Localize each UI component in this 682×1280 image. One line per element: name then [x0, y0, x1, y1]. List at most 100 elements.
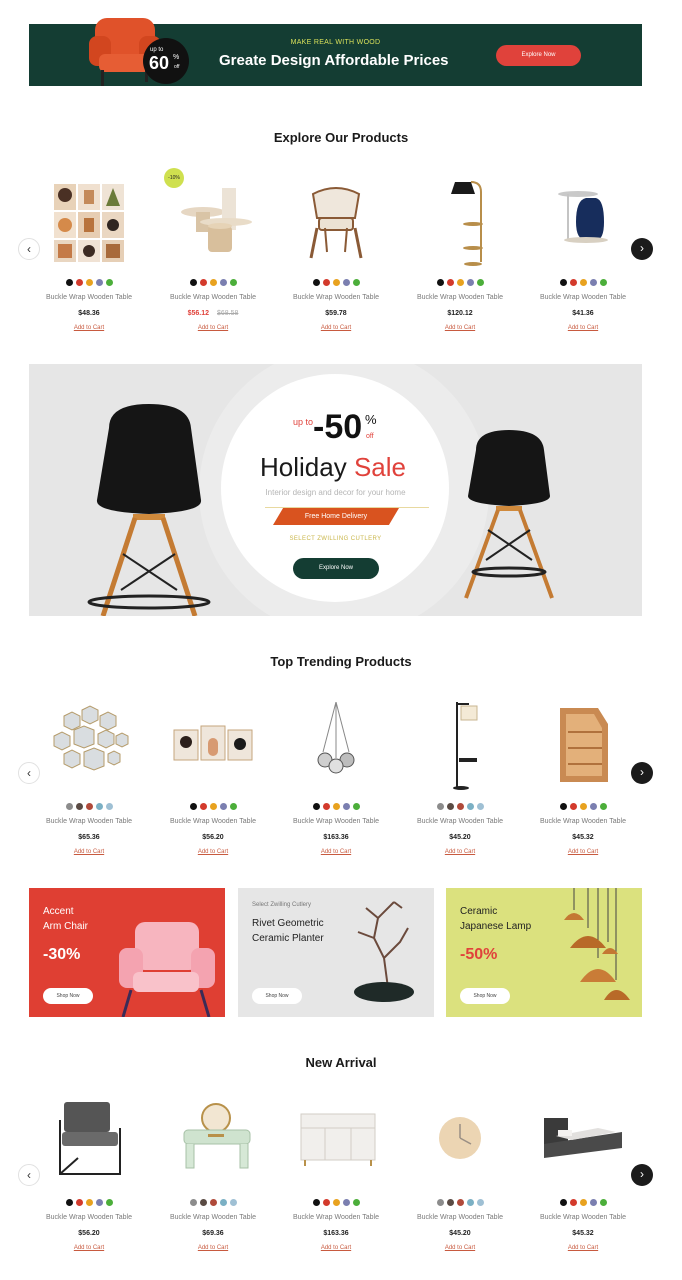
product-image[interactable] [44, 1098, 134, 1188]
swatch-green[interactable] [352, 803, 360, 810]
shop-now-button[interactable]: Shop Now [252, 988, 302, 1004]
swatch-brown[interactable] [446, 803, 454, 810]
add-to-cart-link[interactable]: Add to Cart [158, 325, 268, 331]
swatch-yellow[interactable] [332, 803, 340, 810]
product-card[interactable]: Buckle Wrap Wooden Table $48.36 Add to C… [34, 178, 144, 353]
swatch-red[interactable] [75, 279, 83, 286]
swatch-green[interactable] [352, 1199, 360, 1206]
swatch-teal[interactable] [466, 803, 474, 810]
swatch-green[interactable] [229, 803, 237, 810]
add-to-cart-link[interactable]: Add to Cart [405, 1245, 515, 1251]
add-to-cart-link[interactable]: Add to Cart [281, 325, 391, 331]
product-name[interactable]: Buckle Wrap Wooden Table [405, 294, 515, 301]
swatch-yellow[interactable] [579, 803, 587, 810]
product-image[interactable] [415, 702, 505, 792]
product-name[interactable]: Buckle Wrap Wooden Table [158, 818, 268, 825]
product-name[interactable]: Buckle Wrap Wooden Table [158, 1214, 268, 1221]
swatch-purple[interactable] [589, 1199, 597, 1206]
product-image[interactable] [291, 178, 381, 268]
product-name[interactable]: Buckle Wrap Wooden Table [158, 294, 268, 301]
swatch-purple[interactable] [466, 279, 474, 286]
product-name[interactable]: Buckle Wrap Wooden Table [34, 818, 144, 825]
swatch-red[interactable] [322, 1199, 330, 1206]
swatch-purple[interactable] [95, 1199, 103, 1206]
product-name[interactable]: Buckle Wrap Wooden Table [281, 818, 391, 825]
product-image[interactable] [538, 178, 628, 268]
add-to-cart-link[interactable]: Add to Cart [281, 1245, 391, 1251]
swatch-red[interactable] [446, 279, 454, 286]
add-to-cart-link[interactable]: Add to Cart [281, 849, 391, 855]
swatch-black[interactable] [312, 803, 320, 810]
swatch-green[interactable] [599, 803, 607, 810]
swatch-gray[interactable] [189, 1199, 197, 1206]
swatch-green[interactable] [352, 279, 360, 286]
product-image[interactable]: -10% [164, 168, 258, 268]
add-to-cart-link[interactable]: Add to Cart [528, 849, 638, 855]
swatch-green[interactable] [476, 279, 484, 286]
swatch-gray[interactable] [65, 803, 73, 810]
add-to-cart-link[interactable]: Add to Cart [34, 849, 144, 855]
swatch-yellow[interactable] [579, 1199, 587, 1206]
product-image[interactable] [538, 702, 628, 792]
product-card[interactable]: Buckle Wrap Wooden Table $45.32 Add to C… [528, 702, 638, 877]
product-image[interactable] [291, 1098, 381, 1188]
add-to-cart-link[interactable]: Add to Cart [405, 325, 515, 331]
swatch-brown[interactable] [199, 1199, 207, 1206]
product-name[interactable]: Buckle Wrap Wooden Table [528, 1214, 638, 1221]
product-card[interactable]: Buckle Wrap Wooden Table $120.12 Add to … [405, 178, 515, 353]
add-to-cart-link[interactable]: Add to Cart [158, 849, 268, 855]
swatch-teal[interactable] [466, 1199, 474, 1206]
add-to-cart-link[interactable]: Add to Cart [528, 325, 638, 331]
swatch-rust[interactable] [209, 1199, 217, 1206]
product-image[interactable] [44, 702, 134, 792]
swatch-black[interactable] [559, 803, 567, 810]
product-name[interactable]: Buckle Wrap Wooden Table [34, 294, 144, 301]
swatch-yellow[interactable] [579, 279, 587, 286]
promo-tile-lamp[interactable]: Ceramic Japanese Lamp -50% Shop Now [446, 888, 642, 1017]
swatch-red[interactable] [199, 279, 207, 286]
swatch-red[interactable] [322, 279, 330, 286]
swatch-black[interactable] [189, 803, 197, 810]
swatch-yellow[interactable] [209, 279, 217, 286]
swatch-red[interactable] [322, 803, 330, 810]
swatch-teal[interactable] [219, 1199, 227, 1206]
product-name[interactable]: Buckle Wrap Wooden Table [405, 1214, 515, 1221]
swatch-rust[interactable] [85, 803, 93, 810]
product-name[interactable]: Buckle Wrap Wooden Table [405, 818, 515, 825]
product-image[interactable] [291, 701, 381, 792]
swatch-purple[interactable] [219, 803, 227, 810]
swatch-red[interactable] [569, 279, 577, 286]
product-name[interactable]: Buckle Wrap Wooden Table [281, 294, 391, 301]
swatch-yellow[interactable] [332, 1199, 340, 1206]
swatch-purple[interactable] [589, 279, 597, 286]
swatch-yellow[interactable] [85, 1199, 93, 1206]
product-card[interactable]: Buckle Wrap Wooden Table $45.20 Add to C… [405, 702, 515, 877]
product-card[interactable]: Buckle Wrap Wooden Table $56.20 Add to C… [158, 702, 268, 877]
swatch-red[interactable] [75, 1199, 83, 1206]
product-card[interactable]: Buckle Wrap Wooden Table $56.20 Add to C… [34, 1098, 144, 1273]
swatch-red[interactable] [569, 1199, 577, 1206]
swatch-green[interactable] [599, 1199, 607, 1206]
product-image[interactable] [415, 1098, 505, 1188]
product-image[interactable] [168, 702, 258, 792]
promo-tile-planter[interactable]: Select Zwilling Cutlery Rivet Geometric C… [238, 888, 434, 1017]
product-card[interactable]: Buckle Wrap Wooden Table $163.36 Add to … [281, 1098, 391, 1273]
product-card[interactable]: Buckle Wrap Wooden Table $45.32 Add to C… [528, 1098, 638, 1273]
swatch-black[interactable] [559, 279, 567, 286]
swatch-sky[interactable] [105, 803, 113, 810]
swatch-yellow[interactable] [456, 279, 464, 286]
swatch-purple[interactable] [95, 279, 103, 286]
product-image[interactable] [168, 1098, 258, 1188]
product-name[interactable]: Buckle Wrap Wooden Table [281, 1214, 391, 1221]
swatch-black[interactable] [312, 279, 320, 286]
add-to-cart-link[interactable]: Add to Cart [528, 1245, 638, 1251]
swatch-sky[interactable] [476, 1199, 484, 1206]
swatch-green[interactable] [229, 279, 237, 286]
swatch-green[interactable] [105, 1199, 113, 1206]
add-to-cart-link[interactable]: Add to Cart [158, 1245, 268, 1251]
swatch-black[interactable] [559, 1199, 567, 1206]
product-card[interactable]: Buckle Wrap Wooden Table $59.78 Add to C… [281, 178, 391, 353]
product-image[interactable] [44, 178, 134, 268]
swatch-black[interactable] [312, 1199, 320, 1206]
product-image[interactable] [415, 178, 505, 268]
